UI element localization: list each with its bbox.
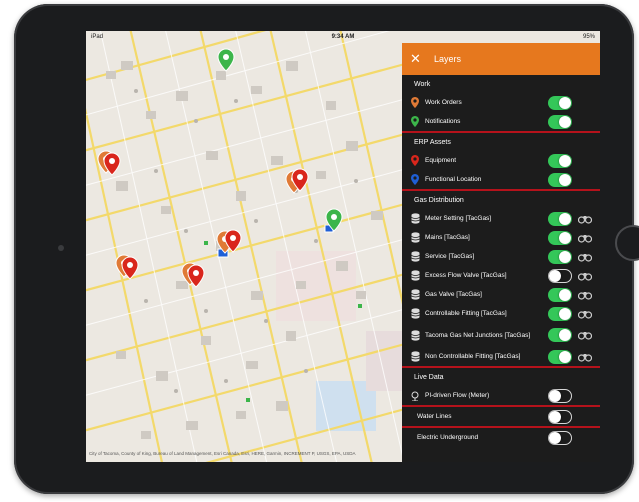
database-icon: [408, 328, 422, 342]
map-pin-icon: [408, 96, 422, 110]
section-live-data: Live Data: [414, 374, 444, 381]
section-erp: ERP Assets: [414, 139, 451, 146]
work-orders-toggle[interactable]: [548, 95, 572, 110]
binoculars-icon[interactable]: [578, 330, 592, 340]
gas-valve-toggle[interactable]: [548, 287, 572, 302]
layer-label: Equipment: [425, 157, 457, 164]
battery-level: 95%: [582, 34, 595, 40]
meter-setting-toggle[interactable]: [548, 211, 572, 226]
equipment-toggle[interactable]: [548, 153, 572, 168]
water-lines-toggle[interactable]: [548, 409, 572, 424]
notifications-toggle[interactable]: [548, 114, 572, 129]
layer-label: Electric Underground: [417, 434, 479, 441]
electric-underground-toggle[interactable]: [548, 430, 572, 445]
layer-row-gas-valve[interactable]: Gas Valve [TacGas]: [402, 285, 600, 304]
database-icon: [408, 212, 422, 226]
layer-row-notifications[interactable]: Notifications: [402, 112, 600, 131]
panel-title: Layers: [434, 54, 462, 64]
binoculars-icon[interactable]: [578, 214, 592, 224]
section-work: Work: [414, 81, 431, 88]
net-junctions-toggle[interactable]: [548, 328, 572, 342]
layer-label: PI-driven Flow (Meter): [425, 392, 490, 399]
layer-row-work-orders[interactable]: Work Orders: [402, 93, 600, 112]
clock: 9:34 AM: [331, 34, 355, 40]
device-label: iPad: [91, 34, 104, 40]
layer-label: Non Controllable Fitting [TacGas]: [425, 353, 521, 360]
layer-label: Service [TacGas]: [425, 253, 475, 260]
layer-row-electric-underground[interactable]: Electric Underground: [402, 428, 600, 447]
sensor-icon: [408, 389, 422, 403]
layer-row-net-junctions[interactable]: Tacoma Gas Net Junctions [TacGas]: [402, 323, 600, 347]
app-screen: iPad 9:34 AM 95% City of Tacoma, County …: [86, 31, 600, 462]
ipad-frame: iPad 9:34 AM 95% City of Tacoma, County …: [14, 4, 639, 494]
layer-label: Tacoma Gas Net Junctions [TacGas]: [425, 331, 531, 339]
section-gas: Gas Distribution: [414, 197, 464, 204]
service-toggle[interactable]: [548, 249, 572, 264]
layer-label: Excess Flow Valve [TacGas]: [425, 272, 507, 279]
layer-label: Water Lines: [417, 413, 452, 420]
binoculars-icon[interactable]: [578, 309, 592, 319]
home-button[interactable]: [615, 225, 639, 261]
layer-label: Functional Location: [425, 176, 482, 183]
binoculars-icon[interactable]: [578, 290, 592, 300]
non-controllable-fitting-toggle[interactable]: [548, 349, 572, 364]
layers-panel: ✕ Layers Work Work Orders Notifications: [402, 43, 600, 462]
layer-label: Meter Setting [TacGas]: [425, 215, 492, 222]
functional-location-toggle[interactable]: [548, 172, 572, 187]
status-bar: iPad 9:34 AM 95%: [86, 31, 600, 43]
layer-row-functional-location[interactable]: Functional Location: [402, 170, 600, 189]
map-pin-icon: [408, 173, 422, 187]
binoculars-icon[interactable]: [578, 252, 592, 262]
layer-row-excess-flow-valve[interactable]: Excess Flow Valve [TacGas]: [402, 266, 600, 285]
layers-header: ✕ Layers: [402, 43, 600, 75]
layer-row-meter-setting[interactable]: Meter Setting [TacGas]: [402, 209, 600, 228]
database-icon: [408, 250, 422, 264]
layer-label: Mains [TacGas]: [425, 234, 470, 241]
layer-label: Work Orders: [425, 99, 462, 106]
excess-flow-valve-toggle[interactable]: [548, 268, 572, 283]
pi-flow-toggle[interactable]: [548, 388, 572, 403]
binoculars-icon[interactable]: [578, 233, 592, 243]
layer-row-controllable-fitting[interactable]: Controllable Fitting [TacGas]: [402, 304, 600, 323]
mains-toggle[interactable]: [548, 230, 572, 245]
layer-row-water-lines[interactable]: Water Lines: [402, 407, 600, 426]
layer-label: Notifications: [425, 118, 461, 125]
camera: [58, 245, 64, 251]
layer-label: Controllable Fitting [TacGas]: [425, 310, 507, 317]
layer-label: Gas Valve [TacGas]: [425, 291, 482, 298]
database-icon: [408, 288, 422, 302]
controllable-fitting-toggle[interactable]: [548, 306, 572, 321]
binoculars-icon[interactable]: [578, 352, 592, 362]
close-icon[interactable]: ✕: [410, 51, 428, 67]
layer-row-mains[interactable]: Mains [TacGas]: [402, 228, 600, 247]
database-icon: [408, 350, 422, 364]
database-icon: [408, 231, 422, 245]
layer-row-service[interactable]: Service [TacGas]: [402, 247, 600, 266]
map-pin-icon: [408, 115, 422, 129]
binoculars-icon[interactable]: [578, 271, 592, 281]
database-icon: [408, 307, 422, 321]
layer-row-equipment[interactable]: Equipment: [402, 151, 600, 170]
layer-row-pi-flow[interactable]: PI-driven Flow (Meter): [402, 386, 600, 405]
map-pin-icon: [408, 154, 422, 168]
layer-row-non-controllable-fitting[interactable]: Non Controllable Fitting [TacGas]: [402, 347, 600, 366]
database-icon: [408, 269, 422, 283]
